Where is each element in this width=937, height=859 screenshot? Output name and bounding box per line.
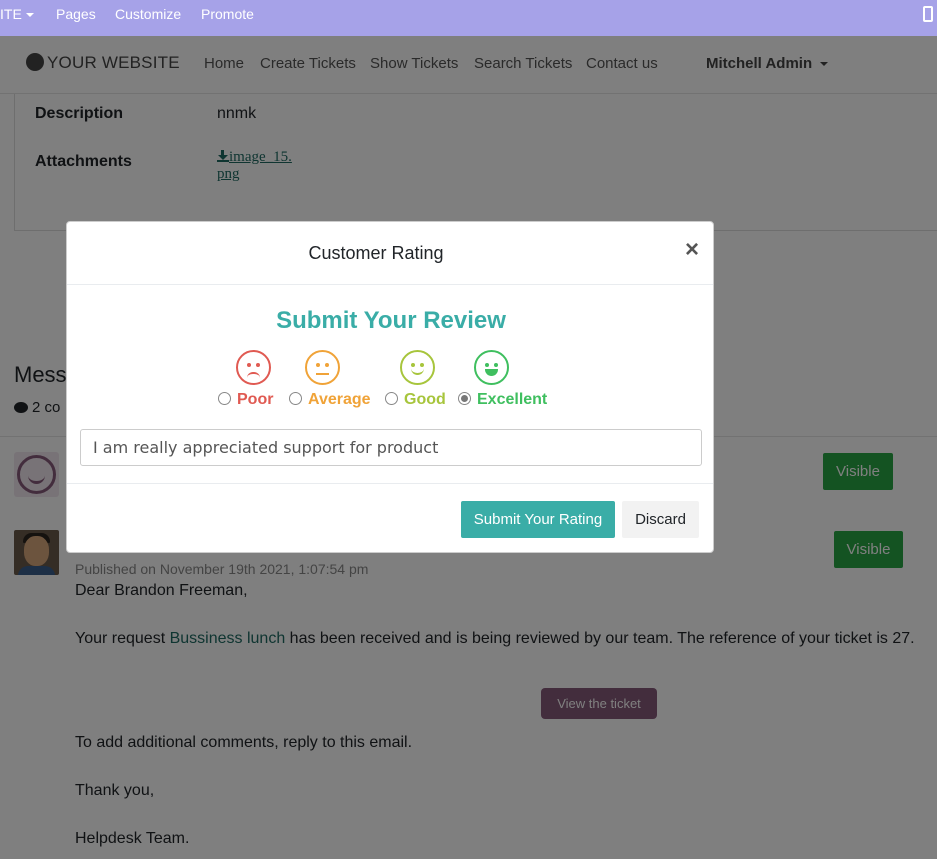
rating-option-excellent[interactable]: Excellent	[458, 391, 547, 409]
website-menu[interactable]: ITE	[0, 6, 34, 22]
discard-button[interactable]: Discard	[622, 501, 699, 538]
angry-face-icon	[236, 350, 271, 385]
rating-label-good: Good	[404, 391, 446, 408]
rating-option-good[interactable]: Good	[385, 391, 446, 409]
promote-menu[interactable]: Promote	[201, 6, 254, 22]
radio-poor[interactable]	[218, 392, 231, 405]
smile-face-icon	[400, 350, 435, 385]
rating-label-excellent: Excellent	[477, 391, 548, 408]
radio-average[interactable]	[289, 392, 302, 405]
review-title: Submit Your Review	[276, 307, 506, 334]
rating-label-average: Average	[308, 391, 371, 408]
neutral-face-icon	[305, 350, 340, 385]
submit-rating-button[interactable]: Submit Your Rating	[461, 501, 615, 538]
customize-menu[interactable]: Customize	[115, 6, 181, 22]
chevron-down-icon	[25, 13, 34, 18]
close-icon[interactable]: ×	[685, 238, 699, 262]
mobile-preview-icon[interactable]	[923, 6, 933, 22]
rating-option-average[interactable]: Average	[289, 391, 371, 409]
rating-modal: Customer Rating × Submit Your Review Poo…	[66, 221, 714, 553]
review-input[interactable]	[80, 429, 702, 466]
admin-bar: ITE Pages Customize Promote	[0, 0, 937, 36]
radio-good[interactable]	[385, 392, 398, 405]
grin-face-icon	[474, 350, 509, 385]
website-menu-label: ITE	[0, 6, 22, 22]
modal-header: Customer Rating ×	[67, 222, 713, 285]
rating-option-poor[interactable]: Poor	[218, 391, 273, 409]
modal-footer: Submit Your Rating Discard	[67, 483, 713, 554]
modal-title: Customer Rating	[308, 243, 444, 263]
pages-menu[interactable]: Pages	[56, 6, 96, 22]
radio-excellent[interactable]	[458, 392, 471, 405]
rating-label-poor: Poor	[237, 391, 274, 408]
